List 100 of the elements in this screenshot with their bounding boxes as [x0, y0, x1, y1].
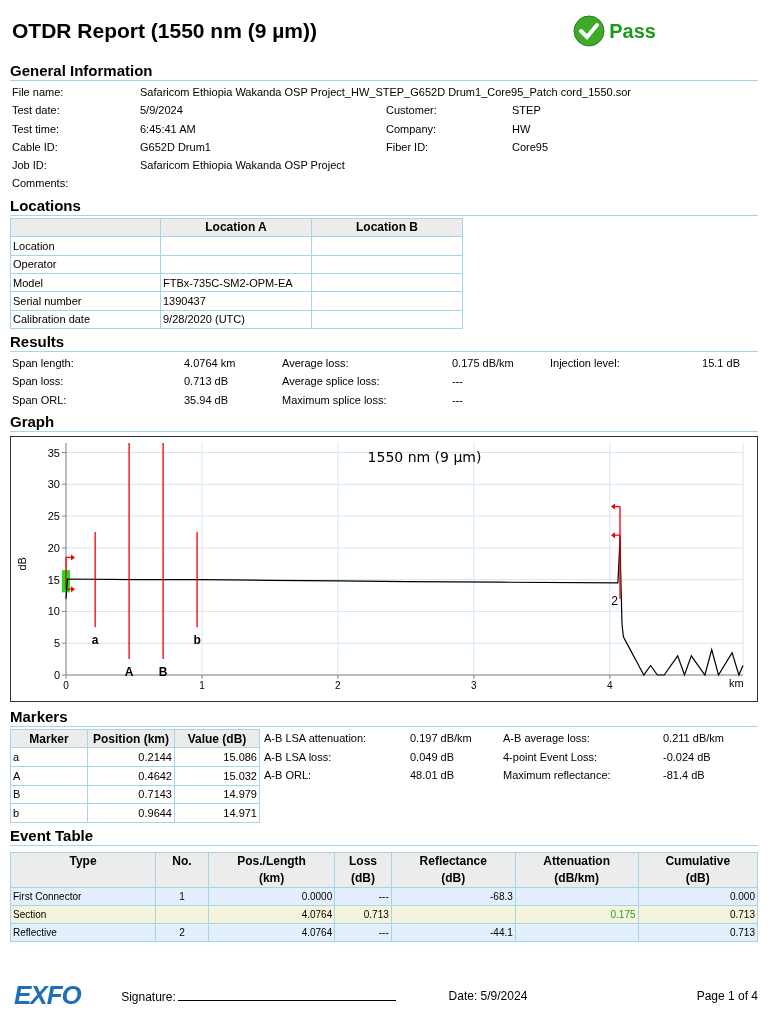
tick-label: 0	[63, 680, 69, 691]
tick-label: 15	[47, 573, 60, 586]
field-value: 6:45:41 AM	[140, 121, 197, 137]
table-cell: 1390437	[160, 291, 312, 311]
column-unit: (km)	[258, 869, 285, 887]
tick-label: 3	[471, 680, 477, 691]
page-number: Page 1 of 4	[696, 988, 758, 1003]
field-label: Span ORL:	[12, 392, 68, 408]
table-cell: a	[10, 747, 88, 767]
field-label: Comments:	[12, 176, 70, 192]
logo: EXFO	[14, 980, 83, 1012]
event-flag	[65, 554, 75, 593]
marker-cursor: A	[124, 442, 134, 679]
launch-marker	[62, 570, 70, 593]
field-value: 35.94 dB	[184, 392, 230, 408]
table-cell: Location	[10, 236, 161, 256]
field-value: G652D Drum1	[140, 139, 212, 155]
field-label: A-B LSA attenuation:	[264, 731, 368, 746]
field-value: STEP	[512, 103, 542, 119]
field-label: Span loss:	[12, 374, 65, 390]
tick-label: 10	[47, 605, 60, 618]
column-header: Position (km)	[87, 729, 175, 748]
field-value: 0.197 dB/km	[410, 731, 473, 746]
column-header: Reflectance	[419, 852, 487, 870]
column-header: Location A	[160, 218, 312, 237]
table-cell: b	[10, 803, 88, 823]
table-cell: Model	[10, 273, 161, 292]
table-cell: 0.7143	[87, 785, 175, 804]
section-heading: Markers	[10, 708, 68, 725]
field-label: Average loss:	[282, 356, 350, 372]
section-heading: Locations	[10, 196, 81, 214]
field-label: Span length:	[12, 356, 75, 372]
field-value: 0.175 dB/km	[452, 356, 515, 372]
marker-cursor: a	[91, 531, 99, 648]
field-value: HW	[512, 121, 532, 137]
field-value: 0.713 dB	[184, 374, 230, 390]
field-value: ---	[452, 392, 464, 408]
tick-label: 4	[607, 680, 613, 691]
axis-label: km	[729, 677, 744, 689]
field-value: Core95	[512, 139, 550, 155]
field-label: Injection level:	[550, 356, 621, 372]
column-unit: (dB/km)	[554, 869, 599, 887]
field-value: 0.049 dB	[410, 749, 456, 765]
field-value: 15.1 dB	[701, 356, 741, 372]
section-heading: Graph	[10, 413, 55, 430]
chart-title: 1550 nm (9 µm)	[367, 449, 482, 466]
table-cell: Calibration date	[10, 310, 161, 329]
section-heading: Event Table	[10, 826, 94, 844]
table-cell: 14.979	[174, 785, 260, 804]
column-header: Pos./Length	[237, 852, 306, 870]
field-label: Job ID:	[12, 158, 48, 174]
ref-line-label: b	[193, 633, 201, 648]
table-cell: 15.032	[174, 766, 260, 786]
tick-label: 5	[53, 637, 60, 650]
field-label: 4-point Event Loss:	[503, 749, 599, 765]
tick-label: 30	[47, 478, 60, 491]
field-label: Fiber ID:	[386, 139, 430, 155]
result-label: Pass	[609, 19, 656, 43]
tick-label: 25	[47, 510, 60, 523]
column-header: Attenuation	[543, 852, 610, 870]
axis-label: dB	[16, 557, 28, 571]
field-label: Company:	[386, 121, 438, 137]
field-label: Maximum reflectance:	[503, 768, 612, 784]
table-cell: 0.4642	[87, 766, 175, 786]
column-header: Marker	[10, 729, 88, 748]
column-unit: (dB)	[351, 869, 375, 887]
column-header: Loss	[349, 852, 377, 870]
event-number: 2	[611, 594, 618, 609]
field-label: A-B LSA loss:	[264, 749, 333, 765]
table-cell: Serial number	[10, 291, 161, 311]
table-cell: 0.2144	[87, 747, 175, 767]
table-cell: FTBx-735C-SM2-OPM-EA	[160, 273, 312, 292]
tick-label: 20	[47, 541, 60, 554]
ref-line-label: A	[124, 664, 134, 679]
field-label: File name:	[12, 85, 65, 100]
table-cell: 9/28/2020 (UTC)	[160, 310, 312, 329]
field-value: Safaricom Ethiopia Wakanda OSP Project	[140, 158, 346, 174]
column-unit: (dB)	[685, 869, 710, 887]
ref-line-label: a	[91, 633, 99, 648]
table-cell: B	[10, 785, 88, 804]
table-cell: 14.971	[174, 803, 260, 823]
table-cell: 15.086	[174, 747, 260, 767]
section-heading: General Information	[10, 62, 153, 79]
field-label: Average splice loss:	[282, 374, 381, 390]
column-header: Value (dB)	[174, 729, 260, 748]
marker-cursor: b	[193, 531, 201, 648]
field-value: ---	[452, 374, 464, 390]
field-value: 5/9/2024	[140, 103, 184, 119]
field-value: 4.0764 km	[184, 356, 237, 372]
field-value: Safaricom Ethiopia Wakanda OSP Project_HW_STEP_G652D Drum1_Core95_Patch cord_1550.sor	[140, 85, 632, 100]
table-cell: 0.9644	[87, 803, 175, 823]
field-label: Test date:	[12, 103, 61, 119]
marker-cursor: B	[158, 442, 168, 679]
column-header: Location B	[311, 218, 463, 237]
column-header: Cumulative	[665, 852, 731, 870]
table-cell: A	[10, 766, 88, 786]
field-value: 48.01 dB	[410, 768, 456, 784]
tick-label: 1	[199, 680, 205, 691]
column-header: Type	[69, 852, 97, 870]
report-date: Date: 5/9/2024	[448, 988, 529, 1003]
